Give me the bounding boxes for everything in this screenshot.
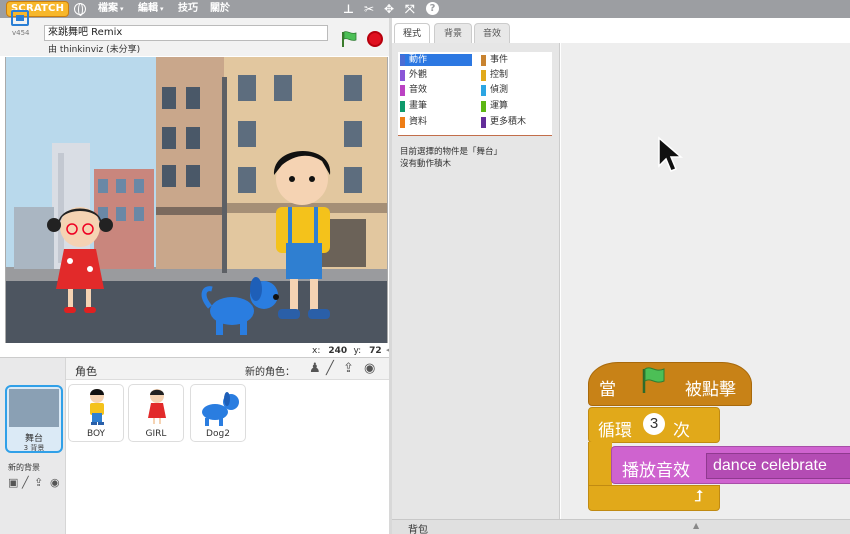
sprites-title: 角色 bbox=[75, 365, 97, 378]
help-icon[interactable]: ? bbox=[426, 2, 439, 15]
menu-about[interactable]: 關於 bbox=[210, 3, 230, 15]
green-flag-icon[interactable] bbox=[340, 30, 358, 48]
repeat-count-input[interactable]: 3 bbox=[643, 413, 665, 435]
mouse-cursor-icon bbox=[658, 136, 683, 172]
camera-backdrop-icon[interactable]: ◉ bbox=[50, 476, 60, 490]
selected-object-message: 目前選擇的物件是「舞台」 bbox=[400, 147, 503, 157]
tab-sounds[interactable]: 音效 bbox=[474, 23, 510, 43]
category-looks[interactable]: 外觀 bbox=[400, 69, 472, 81]
category-events[interactable]: 事件 bbox=[481, 54, 551, 66]
backpack-bar[interactable] bbox=[392, 519, 850, 534]
stop-button[interactable] bbox=[367, 31, 383, 47]
repeat-block-bottom: ⮥ bbox=[588, 485, 720, 511]
delete-scissors-icon[interactable]: ✂ bbox=[364, 2, 374, 16]
tab-backdrops[interactable]: 背景 bbox=[434, 23, 472, 43]
category-sound[interactable]: 音效 bbox=[400, 84, 472, 96]
sprite-name: Dog2 bbox=[206, 429, 230, 439]
girl-thumbnail-icon bbox=[148, 389, 166, 424]
choose-backdrop-from-library-icon[interactable]: ▣ bbox=[8, 476, 18, 490]
play-sound-text: 播放音效 bbox=[622, 461, 690, 480]
backpack-expand-icon[interactable]: ▲ bbox=[693, 521, 699, 530]
sprite-tile-boy[interactable]: BOY bbox=[68, 384, 124, 442]
category-data[interactable]: 資料 bbox=[400, 116, 472, 128]
duplicate-stamp-icon[interactable]: ⊥ bbox=[343, 2, 354, 16]
choose-sprite-from-library-icon[interactable]: ♟ bbox=[309, 362, 321, 376]
sprite-tile-dog2[interactable]: Dog2 bbox=[190, 384, 246, 442]
repeat-block-arm bbox=[588, 442, 612, 490]
hat-when-text: 當 bbox=[599, 380, 616, 399]
menu-file[interactable]: 檔案 ▾ bbox=[98, 3, 124, 15]
category-divider bbox=[398, 135, 552, 136]
stage-thumbnail[interactable]: 舞台 3 背景 bbox=[5, 385, 63, 453]
green-flag-icon bbox=[642, 367, 665, 393]
no-motion-blocks-message: 沒有動作積木 bbox=[400, 159, 452, 169]
category-operators[interactable]: 運算 bbox=[481, 100, 551, 112]
mouse-coordinates: x: 240 y: 72 bbox=[312, 346, 382, 356]
hat-clicked-text: 被點擊 bbox=[685, 380, 736, 399]
shrink-icon[interactable]: ⤧ bbox=[405, 2, 415, 16]
project-author: 由 thinkinviz (未分享) bbox=[48, 45, 141, 55]
boy-thumbnail-icon bbox=[90, 389, 104, 425]
stage-thumbnail-image bbox=[9, 389, 59, 427]
dog-thumbnail-icon bbox=[202, 392, 239, 426]
paint-new-backdrop-icon[interactable]: ╱ bbox=[22, 476, 29, 490]
category-motion[interactable]: 動作 bbox=[400, 54, 472, 66]
category-more-blocks[interactable]: 更多積木 bbox=[481, 116, 551, 128]
upload-backdrop-icon[interactable]: ⇪ bbox=[34, 476, 43, 490]
repeat-text: 循環 bbox=[598, 421, 632, 440]
camera-sprite-icon[interactable]: ◉ bbox=[364, 362, 375, 376]
backpack-label: 背包 bbox=[408, 525, 428, 534]
new-sprite-label: 新的角色： bbox=[245, 367, 295, 378]
sprite-tile-girl[interactable]: GIRL bbox=[128, 384, 184, 442]
grow-icon[interactable]: ✥ bbox=[384, 2, 394, 16]
repeat-block[interactable]: 循環 3 次 bbox=[588, 407, 720, 443]
paint-new-sprite-icon[interactable]: ╱ bbox=[326, 362, 334, 376]
palette-message: 目前選擇的物件是「舞台」 沒有動作積木 bbox=[400, 146, 502, 170]
upload-sprite-icon[interactable]: ⇪ bbox=[343, 362, 354, 376]
category-pen[interactable]: 畫筆 bbox=[400, 100, 472, 112]
repeat-times-text: 次 bbox=[673, 421, 690, 440]
play-sound-block[interactable]: 播放音效 dance celebrate bbox=[611, 446, 850, 484]
version-label: v454 bbox=[12, 29, 30, 37]
sprite-name: GIRL bbox=[145, 429, 167, 439]
menubar: SCRATCH 檔案 ▾ 編輯 ▾ 技巧 關於 ⊥ ✂ ✥ ⤧ ? bbox=[0, 0, 850, 18]
scratch-editor: SCRATCH 檔案 ▾ 編輯 ▾ 技巧 關於 ⊥ ✂ ✥ ⤧ ? v454 來跳舞… bbox=[0, 0, 850, 534]
when-flag-clicked-block[interactable]: 當 被點擊 bbox=[588, 362, 752, 406]
tab-scripts[interactable]: 程式 bbox=[394, 23, 430, 43]
category-sensing[interactable]: 偵測 bbox=[481, 84, 551, 96]
stage-backdrop bbox=[6, 57, 387, 343]
loop-arrow-icon: ⮥ bbox=[694, 488, 704, 505]
category-control[interactable]: 控制 bbox=[481, 69, 551, 81]
stage-thumbnail-backdrop-count: 3 背景 bbox=[23, 444, 45, 452]
language-globe-icon[interactable] bbox=[74, 3, 86, 16]
project-title-input[interactable]: 來跳舞吧 Remix bbox=[44, 25, 328, 41]
sound-dropdown[interactable]: dance celebrate bbox=[706, 453, 850, 479]
sprite-name: BOY bbox=[86, 429, 106, 439]
menu-edit[interactable]: 編輯 ▾ bbox=[138, 3, 164, 15]
new-backdrop-label: 新的背景 bbox=[8, 463, 40, 472]
stage[interactable] bbox=[5, 57, 388, 343]
menu-tips[interactable]: 技巧 bbox=[178, 3, 198, 15]
presentation-mode-icon[interactable] bbox=[11, 10, 29, 26]
